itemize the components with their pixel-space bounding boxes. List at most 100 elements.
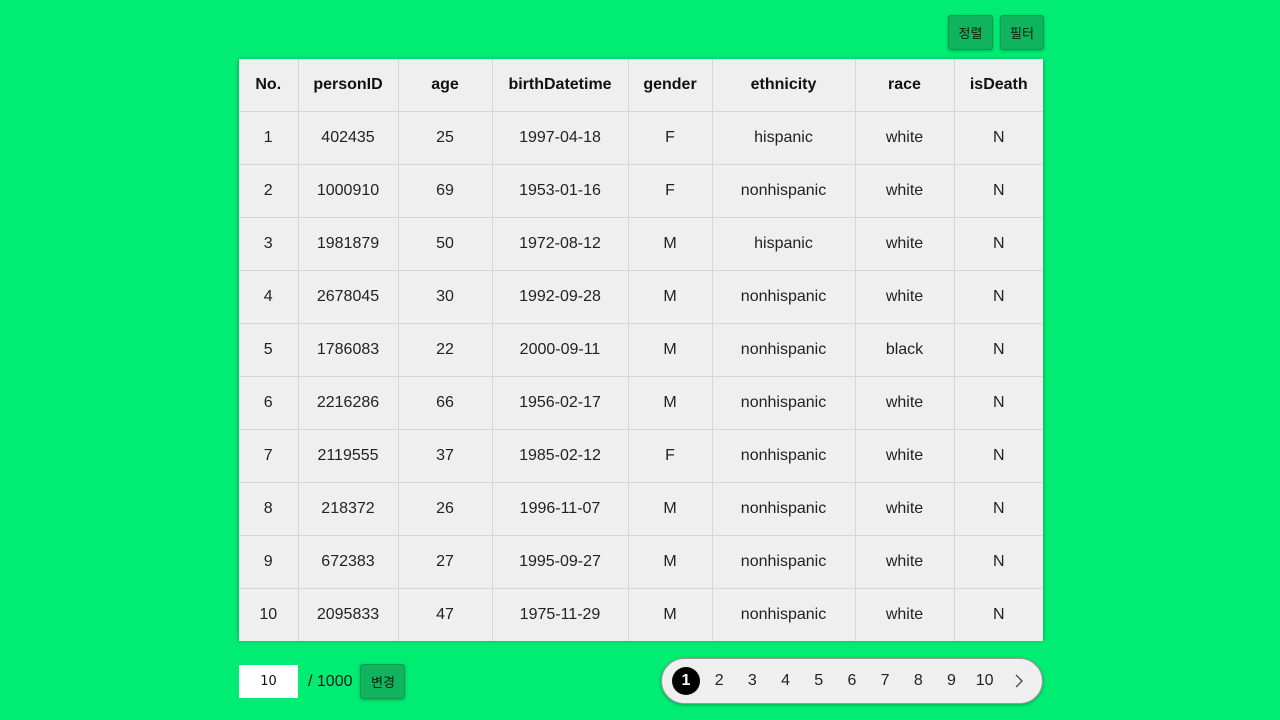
cell-isdeath: N — [953, 164, 1043, 218]
column-header-isdeath[interactable]: isDeath — [953, 59, 1043, 112]
cell-age: 30 — [397, 270, 493, 324]
page-number-8[interactable]: 8 — [904, 667, 932, 695]
cell-personid: 1000910 — [297, 164, 399, 218]
cell-no: 5 — [239, 323, 299, 377]
cell-no: 10 — [239, 588, 299, 641]
change-page-size-button[interactable]: 변경 — [360, 664, 406, 699]
cell-age: 22 — [397, 323, 493, 377]
cell-ethnicity: nonhispanic — [711, 429, 856, 483]
cell-age: 37 — [397, 429, 493, 483]
column-header-age[interactable]: age — [397, 59, 493, 112]
cell-birthdatetime: 1956-02-17 — [491, 376, 629, 430]
table-row[interactable]: 3 1981879 50 1972-08-12 Mhispanic white N — [239, 217, 1043, 271]
cell-personid: 2119555 — [297, 429, 399, 483]
cell-personid: 672383 — [297, 535, 399, 589]
cell-isdeath: N — [953, 270, 1043, 324]
cell-race: white — [854, 376, 955, 430]
cell-isdeath: N — [953, 482, 1043, 536]
cell-race: white — [854, 588, 955, 641]
pagination: 1 2 3 4 5 6 7 8 9 10 — [661, 658, 1043, 704]
table-row[interactable]: 1 402435 25 1997-04-18 Fhispanic white N — [239, 111, 1043, 165]
cell-birthdatetime: 1996-11-07 — [491, 482, 629, 536]
table-actions: 정렬 필터 — [948, 15, 1044, 50]
cell-gender: M — [627, 376, 713, 430]
page-number-3[interactable]: 3 — [738, 667, 766, 695]
cell-race: white — [854, 111, 955, 165]
cell-isdeath: N — [953, 429, 1043, 483]
table-row[interactable]: 7 2119555 37 1985-02-12 Fnonhispanic white N — [239, 429, 1043, 483]
cell-birthdatetime: 1985-02-12 — [491, 429, 629, 483]
cell-race: white — [854, 270, 955, 324]
filter-button[interactable]: 필터 — [1000, 15, 1044, 50]
column-header-race[interactable]: race — [854, 59, 955, 112]
cell-age: 50 — [397, 217, 493, 271]
table-row[interactable]: 6 2216286 66 1956-02-17 Mnonhispanic white N — [239, 376, 1043, 430]
cell-no: 8 — [239, 482, 299, 536]
sort-button[interactable]: 정렬 — [948, 15, 993, 50]
column-header-personid[interactable]: personID — [297, 59, 399, 112]
table-body: 1 402435 25 1997-04-18 Fhispanic white N 2 10009… — [239, 111, 1043, 641]
table-row[interactable]: 8 218372 26 1996-11-07 Mnonhispanic white N — [239, 482, 1043, 536]
cell-birthdatetime: 1975-11-29 — [491, 588, 629, 641]
page-number-6[interactable]: 6 — [838, 667, 866, 695]
cell-ethnicity: nonhispanic — [711, 482, 856, 536]
cell-no: 3 — [239, 217, 299, 271]
page-number-4[interactable]: 4 — [772, 667, 800, 695]
cell-gender: F — [627, 111, 713, 165]
cell-ethnicity: nonhispanic — [711, 535, 856, 589]
page: 정렬 필터 No. personID age birthDatetime gen… — [0, 0, 1280, 720]
cell-personid: 218372 — [297, 482, 399, 536]
table-row[interactable]: 4 2678045 30 1992-09-28 Mnonhispanic white N — [239, 270, 1043, 324]
column-header-gender[interactable]: gender — [627, 59, 713, 112]
column-header-no[interactable]: No. — [239, 59, 299, 112]
cell-birthdatetime: 1972-08-12 — [491, 217, 629, 271]
cell-personid: 402435 — [297, 111, 399, 165]
cell-age: 25 — [397, 111, 493, 165]
page-number-10[interactable]: 10 — [971, 667, 999, 695]
cell-isdeath: N — [953, 111, 1043, 165]
cell-gender: M — [627, 323, 713, 377]
cell-age: 47 — [397, 588, 493, 641]
cell-ethnicity: hispanic — [711, 111, 856, 165]
cell-race: white — [854, 217, 955, 271]
table-row[interactable]: 10 2095833 47 1975-11-29 Mnonhispanic white N — [239, 588, 1043, 641]
cell-gender: F — [627, 429, 713, 483]
cell-gender: M — [627, 535, 713, 589]
cell-ethnicity: nonhispanic — [711, 270, 856, 324]
cell-race: white — [854, 482, 955, 536]
cell-age: 66 — [397, 376, 493, 430]
cell-no: 2 — [239, 164, 299, 218]
cell-personid: 1786083 — [297, 323, 399, 377]
cell-ethnicity: nonhispanic — [711, 588, 856, 641]
person-table-container: No. personID age birthDatetime gender et… — [239, 59, 1043, 641]
cell-personid: 2095833 — [297, 588, 399, 641]
table-row[interactable]: 2 1000910 69 1953-01-16 Fnonhispanic white N — [239, 164, 1043, 218]
cell-isdeath: N — [953, 323, 1043, 377]
cell-no: 1 — [239, 111, 299, 165]
cell-birthdatetime: 1953-01-16 — [491, 164, 629, 218]
chevron-right-icon[interactable] — [1006, 667, 1032, 695]
cell-isdeath: N — [953, 217, 1043, 271]
total-count-label: / 1000 — [308, 672, 353, 690]
cell-no: 6 — [239, 376, 299, 430]
cell-age: 26 — [397, 482, 493, 536]
cell-gender: M — [627, 217, 713, 271]
page-size-control: / 1000 변경 — [239, 664, 406, 699]
table-row[interactable]: 9 672383 27 1995-09-27 Mnonhispanic white N — [239, 535, 1043, 589]
column-header-birthdatetime[interactable]: birthDatetime — [491, 59, 629, 112]
cell-no: 7 — [239, 429, 299, 483]
page-number-9[interactable]: 9 — [938, 667, 966, 695]
table-header-row: No. personID age birthDatetime gender et… — [239, 59, 1043, 112]
cell-isdeath: N — [953, 376, 1043, 430]
page-number-1[interactable]: 1 — [672, 667, 700, 695]
page-number-7[interactable]: 7 — [871, 667, 899, 695]
page-number-5[interactable]: 5 — [805, 667, 833, 695]
person-table: No. personID age birthDatetime gender et… — [239, 59, 1043, 641]
cell-gender: M — [627, 270, 713, 324]
cell-birthdatetime: 1997-04-18 — [491, 111, 629, 165]
table-row[interactable]: 5 1786083 22 2000-09-11 Mnonhispanic black N — [239, 323, 1043, 377]
page-number-2[interactable]: 2 — [705, 667, 733, 695]
column-header-ethnicity[interactable]: ethnicity — [711, 59, 856, 112]
page-size-input[interactable] — [239, 665, 298, 698]
cell-isdeath: N — [953, 588, 1043, 641]
